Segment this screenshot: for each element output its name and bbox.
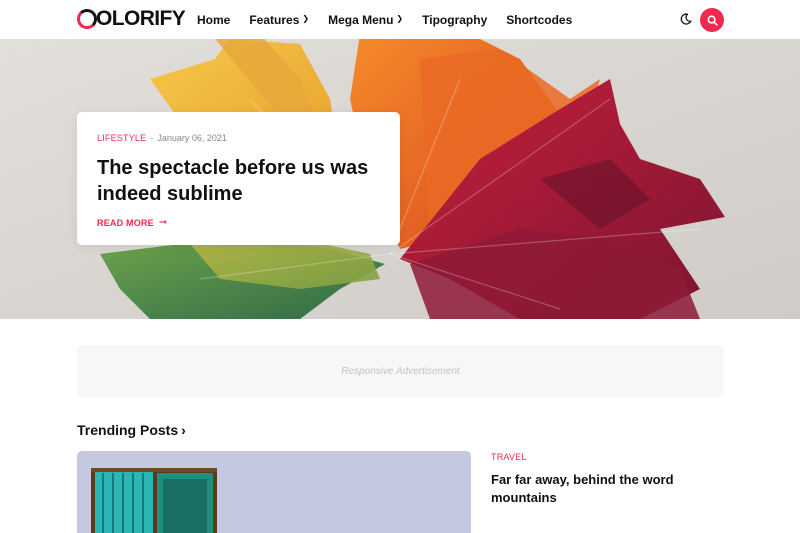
nav-home[interactable]: Home xyxy=(197,13,230,27)
advertisement-slot[interactable]: Responsive Advertisement xyxy=(77,345,724,397)
advertisement-label: Responsive Advertisement xyxy=(341,365,460,377)
post-category[interactable]: LIFESTYLE xyxy=(97,132,146,144)
trending-posts-heading[interactable]: Trending Posts › xyxy=(77,422,186,438)
chevron-down-icon: ❯ xyxy=(302,14,310,23)
trending-side-post: TRAVEL Far far away, behind the word mou… xyxy=(491,452,731,507)
nav-tipography-label: Tipography xyxy=(422,12,488,27)
logo-c-mark xyxy=(77,9,97,29)
nav-features-label: Features xyxy=(249,12,300,27)
main-nav: Home Features ❯ Mega Menu ❯ Tipography Sho… xyxy=(197,0,591,39)
logo-text: OLORIFY xyxy=(96,7,186,30)
side-post-category[interactable]: TRAVEL xyxy=(491,452,731,462)
trending-posts-label: Trending Posts xyxy=(77,422,179,438)
site-header: OLORIFY Home Features ❯ Mega Menu ❯ Tipogr… xyxy=(0,0,800,39)
arrow-right-icon: ➞ xyxy=(158,217,168,228)
moon-icon[interactable] xyxy=(679,11,693,27)
read-more-link[interactable]: READ MORE ➞ xyxy=(97,217,380,228)
meta-separator: - xyxy=(150,133,154,143)
nav-mega-menu[interactable]: Mega Menu ❯ xyxy=(328,13,403,27)
nav-mega-menu-label: Mega Menu xyxy=(328,12,394,27)
search-icon xyxy=(706,14,718,26)
nav-home-label: Home xyxy=(197,12,231,27)
nav-tipography[interactable]: Tipography xyxy=(422,13,487,27)
nav-features[interactable]: Features ❯ xyxy=(249,13,309,27)
post-meta: LIFESTYLE - January 06, 2021 xyxy=(97,132,380,144)
read-more-label: READ MORE xyxy=(97,217,154,228)
search-button[interactable] xyxy=(700,8,724,32)
featured-post-title[interactable]: The spectacle before us was indeed subli… xyxy=(97,155,377,207)
post-date: January 06, 2021 xyxy=(157,133,227,143)
trending-post-image[interactable] xyxy=(77,451,471,533)
hero-section: LIFESTYLE - January 06, 2021 The spectac… xyxy=(0,39,800,319)
site-logo[interactable]: OLORIFY xyxy=(77,6,186,32)
featured-post-card: LIFESTYLE - January 06, 2021 The spectac… xyxy=(77,112,400,245)
chevron-right-icon: › xyxy=(181,422,186,438)
nav-shortcodes-label: Shortcodes xyxy=(506,12,573,27)
nav-shortcodes[interactable]: Shortcodes xyxy=(506,13,572,27)
chevron-down-icon: ❯ xyxy=(396,14,404,23)
side-post-title[interactable]: Far far away, behind the word mountains xyxy=(491,471,731,507)
